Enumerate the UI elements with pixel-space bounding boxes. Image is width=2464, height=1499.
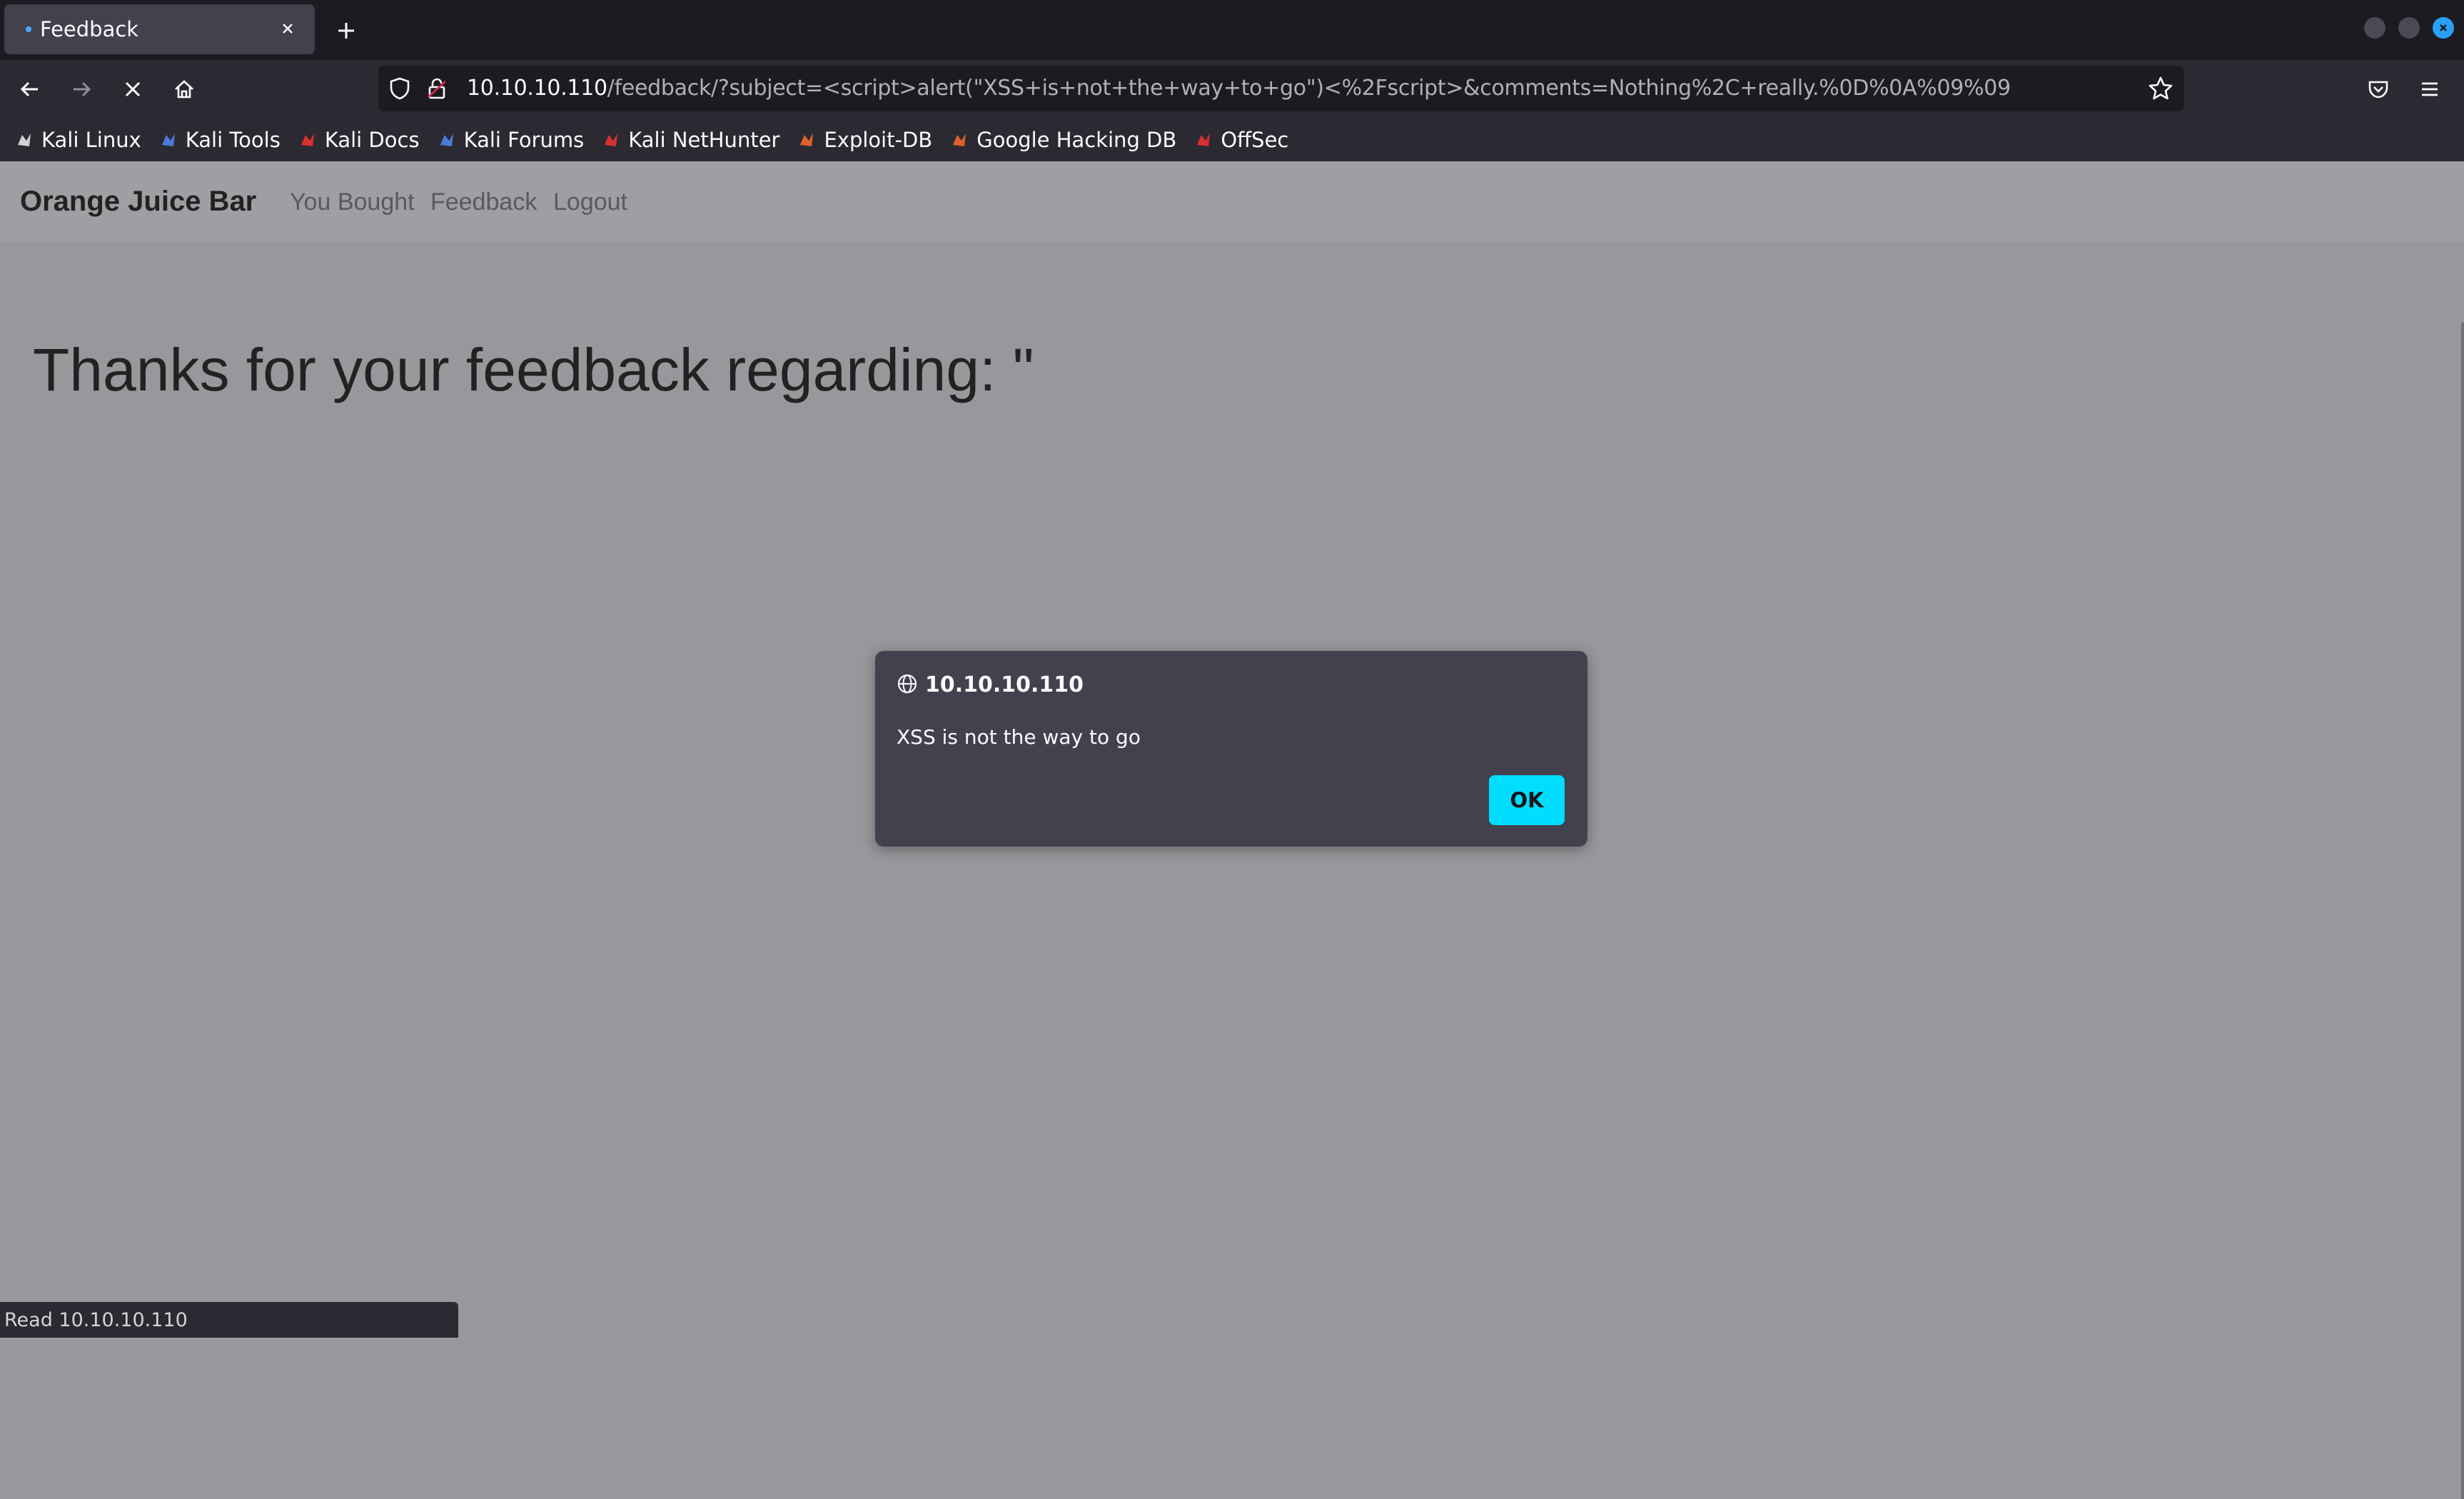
kali-tools-icon [158, 130, 178, 150]
tab-strip: Feedback [0, 0, 2464, 60]
url-bar[interactable]: 10.10.10.110/feedback/?subject=<script>a… [378, 66, 2184, 111]
page-heading: Thanks for your feedback regarding: " [33, 336, 1034, 403]
bookmark-item[interactable]: Google Hacking DB [949, 128, 1176, 152]
alert-dialog: 10.10.10.110 XSS is not the way to go OK [875, 651, 1587, 847]
kali-forums-icon [437, 130, 457, 150]
site-brand[interactable]: Orange Juice Bar [20, 186, 256, 218]
globe-icon [897, 673, 918, 697]
bookmark-item[interactable]: OffSec [1193, 128, 1288, 152]
dialog-message: XSS is not the way to go [897, 725, 1141, 749]
offsec-icon [1193, 130, 1213, 150]
nav-link-feedback[interactable]: Feedback [430, 188, 537, 216]
url-text[interactable]: 10.10.10.110/feedback/?subject=<script>a… [467, 76, 2011, 101]
menu-button[interactable] [2411, 71, 2448, 108]
back-button[interactable] [11, 71, 49, 108]
bookmark-label: Kali NetHunter [628, 128, 780, 152]
status-text: Read 10.10.10.110 [4, 1308, 188, 1331]
ok-button[interactable]: OK [1489, 775, 1565, 825]
window-border [2461, 323, 2464, 1499]
shield-icon[interactable] [387, 76, 413, 104]
nav-link-logout[interactable]: Logout [553, 188, 627, 216]
bookmark-label: OffSec [1221, 128, 1289, 152]
bookmark-label: Kali Tools [185, 128, 281, 152]
status-bar: Read 10.10.10.110 [0, 1302, 458, 1338]
bookmark-star-icon[interactable] [2147, 75, 2174, 105]
navigation-toolbar: 10.10.10.110/feedback/?subject=<script>a… [0, 60, 2464, 118]
bookmark-label: Exploit-DB [824, 128, 933, 152]
bookmark-item[interactable]: Kali Tools [158, 128, 281, 152]
window-controls [2364, 17, 2454, 39]
bookmark-item[interactable]: Kali Docs [298, 128, 420, 152]
site-navbar: Orange Juice Bar You Bought Feedback Log… [0, 161, 2464, 241]
tab-loading-dot [26, 26, 31, 32]
bookmark-item[interactable]: Exploit-DB [797, 128, 932, 152]
kali-docs-icon [298, 130, 318, 150]
insecure-lock-icon[interactable] [424, 76, 450, 104]
window-close-button[interactable] [2433, 17, 2454, 39]
nav-link-you-bought[interactable]: You Bought [290, 188, 415, 216]
minimize-button[interactable] [2364, 17, 2385, 39]
url-host: 10.10.10.110 [467, 76, 607, 101]
pocket-button[interactable] [2360, 71, 2397, 108]
home-button[interactable] [166, 71, 203, 108]
ghdb-icon [949, 130, 969, 150]
bookmark-label: Google Hacking DB [976, 128, 1177, 152]
dialog-origin: 10.10.10.110 [897, 672, 1084, 697]
maximize-button[interactable] [2398, 17, 2420, 39]
kali-dragon-icon [14, 130, 34, 150]
nethunter-icon [601, 130, 621, 150]
close-icon[interactable] [273, 14, 302, 43]
forward-button[interactable] [63, 71, 100, 108]
stop-button[interactable] [114, 71, 151, 108]
url-path: /feedback/?subject=<script>alert("XSS+is… [607, 76, 2011, 101]
bookmarks-toolbar: Kali Linux Kali Tools Kali Docs Kali Forums… [0, 118, 2464, 161]
dialog-origin-text: 10.10.10.110 [925, 672, 1084, 697]
tab-title: Feedback [40, 17, 139, 41]
exploit-db-icon [797, 130, 817, 150]
bookmark-label: Kali Forums [463, 128, 585, 152]
bookmark-item[interactable]: Kali Linux [14, 128, 141, 152]
bookmark-label: Kali Linux [41, 128, 141, 152]
new-tab-button[interactable] [328, 13, 364, 49]
tab-feedback[interactable]: Feedback [4, 4, 315, 54]
bookmark-item[interactable]: Kali Forums [437, 128, 585, 152]
bookmark-label: Kali Docs [324, 128, 420, 152]
bookmark-item[interactable]: Kali NetHunter [601, 128, 779, 152]
